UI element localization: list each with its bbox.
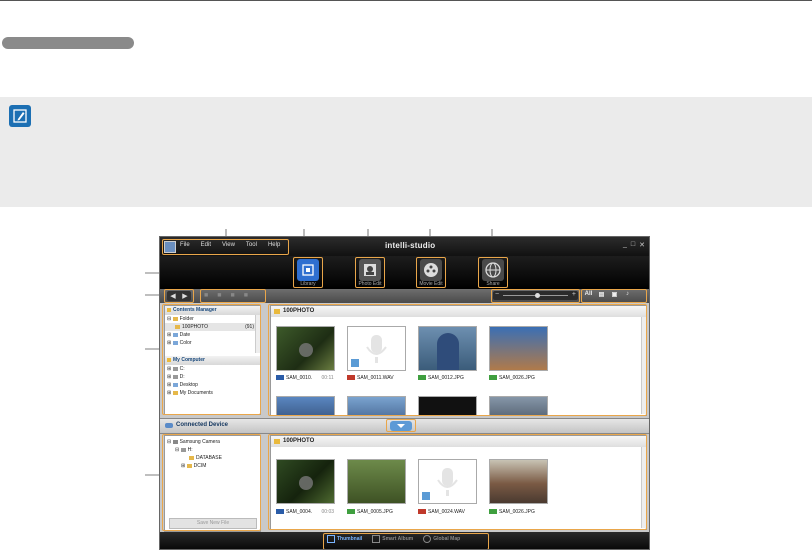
highlight-zoom (491, 289, 580, 303)
mode-toolbar: Library Photo Edit Movie Edit Share (160, 256, 649, 289)
maximize-button[interactable]: □ (631, 241, 635, 249)
highlight-tools (200, 289, 266, 303)
highlight-thumbnails (268, 304, 647, 416)
highlight-device-tree (162, 434, 261, 531)
highlight-connected-toggle (386, 419, 416, 432)
highlight-movie-edit (416, 257, 446, 288)
highlight-view-filter (581, 289, 647, 303)
app-brand: intelli-studio (385, 241, 436, 250)
device-icon (165, 423, 173, 428)
intelli-studio-window: File Edit View Tool Help intelli-studio … (159, 236, 650, 550)
highlight-nav (164, 289, 194, 303)
highlight-bottom-tabs (323, 533, 489, 549)
highlight-share (478, 257, 508, 288)
highlight-device-thumbnails (268, 434, 647, 530)
window-controls: _ □ ✕ (623, 241, 645, 249)
connected-device-title: Connected Device (176, 422, 229, 428)
highlight-library-tree (162, 304, 261, 415)
close-button[interactable]: ✕ (639, 241, 645, 249)
highlight-library (293, 257, 323, 288)
minimize-button[interactable]: _ (623, 241, 627, 249)
highlight-menu (162, 239, 289, 255)
highlight-photo-edit (355, 257, 385, 288)
